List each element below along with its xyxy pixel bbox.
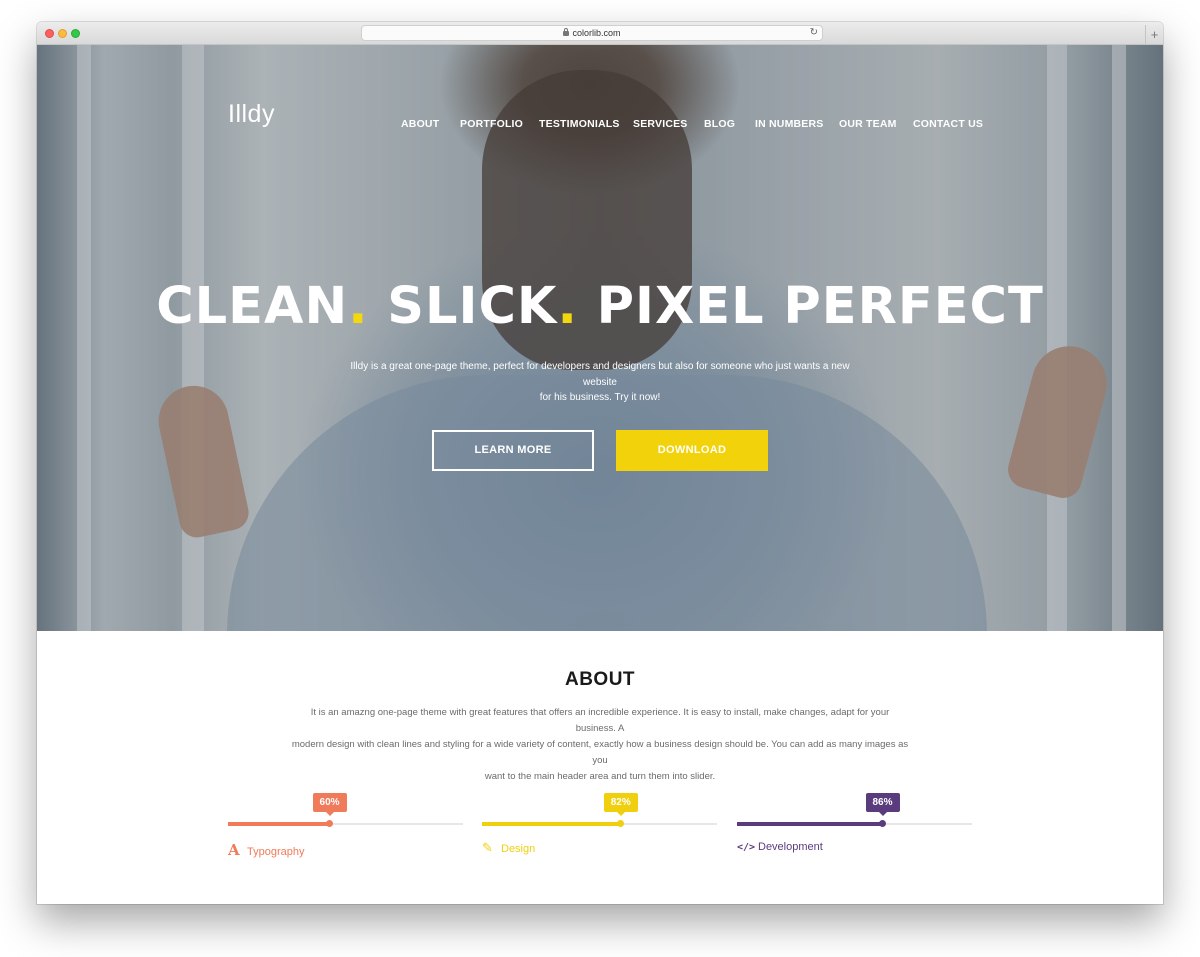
skill-label: A Typography [228,841,304,859]
about-text-line: want to the main header area and turn th… [484,771,716,782]
about-text-line: It is an amazng one-page theme with grea… [310,707,890,734]
hero-headline: CLEAN. SLICK. PIXEL PERFECT [37,277,1163,336]
download-button[interactable]: DOWNLOAD [616,430,768,471]
address-bar-url: colorlib.com [572,28,621,38]
browser-titlebar: colorlib.com ↻ + [37,22,1163,45]
headline-clean: CLEAN [156,277,349,336]
typography-icon: A [228,841,240,859]
skill-bar-fill [482,822,621,826]
nav-contact-us[interactable]: CONTACT US [913,118,983,130]
skill-knob [326,820,334,827]
about-text-line: modern design with clean lines and styli… [291,739,909,766]
hero-section: Illdy ABOUT PORTFOLIO TESTIMONIALS SERVI… [37,45,1163,631]
skill-development: 86% </> Development [737,793,972,863]
code-icon: </> [737,842,756,853]
maximize-window-button[interactable] [71,29,80,38]
pencil-icon: ✎ [482,841,493,856]
hero-overlay [37,45,1163,631]
reload-icon[interactable]: ↻ [810,26,818,40]
main-nav: ABOUT PORTFOLIO TESTIMONIALS SERVICES BL… [37,118,1163,132]
skill-bar-fill [737,822,883,826]
skill-knob [879,820,886,827]
headline-pixel-perfect: PIXEL PERFECT [577,277,1044,336]
nav-portfolio[interactable]: PORTFOLIO [460,118,523,130]
about-title: ABOUT [564,669,636,690]
hero-subtext-line: Illdy is a great one-page theme, perfect… [350,361,850,388]
learn-more-button[interactable]: LEARN MORE [432,430,594,471]
new-tab-icon[interactable]: + [1145,25,1163,45]
nav-services[interactable]: SERVICES [633,118,688,130]
skill-percent-badge: 86% [865,793,900,816]
headline-dot: . [557,277,578,336]
skill-typography: 60% A Typography [228,793,463,863]
skill-percent-badge: 60% [312,793,347,816]
skill-name: Design [501,843,536,855]
nav-blog[interactable]: BLOG [704,118,735,130]
skill-name: Typography [247,846,305,858]
hero-subtext-line: for his business. Try it now! [539,392,661,403]
close-window-button[interactable] [45,29,54,38]
address-bar[interactable]: colorlib.com ↻ [361,25,823,41]
skill-name: Development [758,841,823,853]
nav-our-team[interactable]: OUR TEAM [839,118,897,130]
lock-icon [563,28,570,36]
nav-testimonials[interactable]: TESTIMONIALS [539,118,620,130]
headline-dot: . [348,277,369,336]
skill-design: 82% ✎ Design [482,793,717,863]
skill-label: </> Development [737,841,823,853]
skill-knob [617,820,625,827]
minimize-window-button[interactable] [58,29,67,38]
browser-window: colorlib.com ↻ + Illdy ABOUT PORTFOLIO T… [37,22,1163,904]
about-text: It is an amazng one-page theme with grea… [290,705,910,785]
skill-percent-badge: 82% [603,793,638,816]
nav-about[interactable]: ABOUT [401,118,439,130]
skill-label: ✎ Design [482,841,535,856]
hero-subtext: Illdy is a great one-page theme, perfect… [350,359,850,406]
nav-in-numbers[interactable]: IN NUMBERS [755,118,824,130]
skill-bar-fill [228,822,330,826]
headline-slick: SLICK [368,277,558,336]
